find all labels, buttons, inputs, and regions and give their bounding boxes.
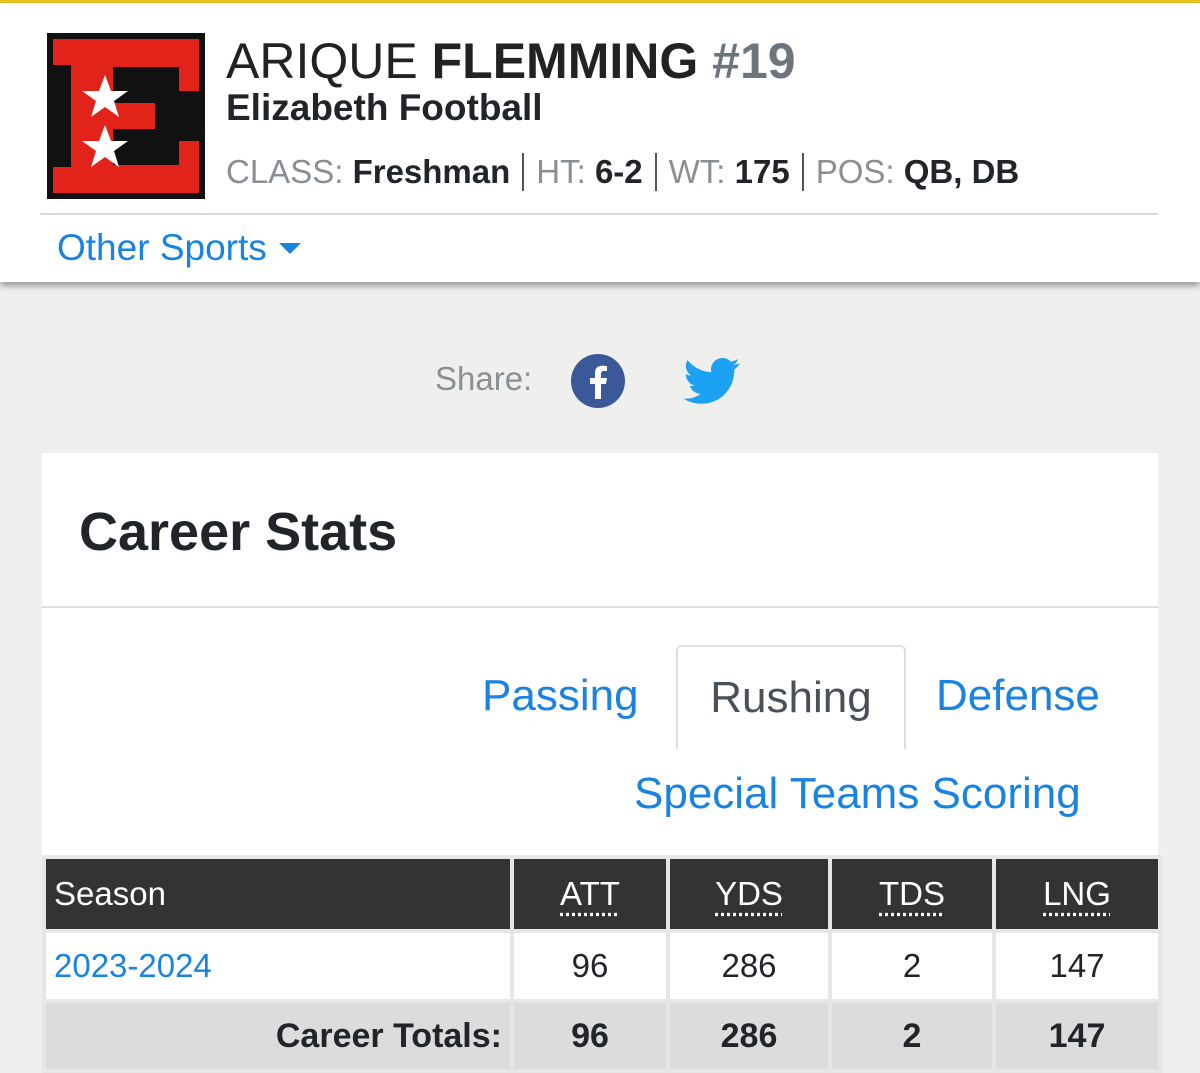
position-label: POS: — [815, 153, 895, 190]
class-value: Freshman — [352, 153, 511, 190]
career-totals-row: Career Totals: 96 286 2 147 — [42, 999, 1162, 1073]
column-header-season[interactable]: Season — [42, 855, 514, 933]
tab-rushing-label: Rushing — [710, 673, 872, 722]
lng-cell: 147 — [992, 929, 1162, 1003]
tds-cell: 2 — [828, 929, 996, 1003]
caret-down-icon — [278, 243, 301, 254]
season-link[interactable]: 2023-2024 — [42, 929, 514, 1003]
card-divider — [42, 606, 1158, 608]
meta-separator — [801, 153, 804, 191]
yds-cell: 286 — [666, 929, 832, 1003]
tds-abbr: TDS — [879, 875, 945, 912]
weight-label: WT: — [668, 153, 726, 190]
elizabeth-logo — [47, 33, 205, 199]
lng-abbr: LNG — [1043, 875, 1111, 912]
column-header-tds[interactable]: TDS — [828, 855, 996, 933]
column-header-att[interactable]: ATT — [510, 855, 670, 933]
total-lng-cell: 147 — [992, 999, 1162, 1073]
class-label: CLASS: — [226, 153, 344, 190]
player-header: ARIQUE FLEMMING #19 Elizabeth Football C… — [0, 3, 1200, 282]
weight-value: 175 — [734, 153, 790, 190]
position-value: QB, DB — [903, 153, 1020, 190]
tab-rushing[interactable]: Rushing — [676, 645, 906, 749]
tab-passing[interactable]: Passing — [482, 671, 639, 721]
column-header-yds[interactable]: YDS — [666, 855, 832, 933]
table-row: 2023-2024 96 286 2 147 — [42, 929, 1162, 1003]
total-att-cell: 96 — [510, 999, 670, 1073]
header-divider — [40, 213, 1158, 215]
tab-special-teams-scoring[interactable]: Special Teams Scoring — [634, 769, 1081, 819]
tab-defense[interactable]: Defense — [936, 671, 1100, 721]
facebook-icon[interactable] — [570, 353, 626, 409]
height-value: 6-2 — [594, 153, 643, 190]
meta-separator — [654, 153, 657, 191]
career-stats-title: Career Stats — [79, 502, 398, 562]
career-totals-label: Career Totals: — [42, 999, 514, 1073]
other-sports-dropdown[interactable]: Other Sports — [57, 227, 301, 269]
table-header-row: Season ATT YDS TDS LNG — [42, 855, 1162, 933]
meta-separator — [522, 153, 525, 191]
share-label: Share: — [435, 360, 533, 397]
att-cell: 96 — [510, 929, 670, 1003]
total-tds-cell: 2 — [828, 999, 996, 1073]
player-last-name: FLEMMING — [431, 33, 699, 89]
other-sports-label: Other Sports — [57, 227, 267, 268]
column-header-lng[interactable]: LNG — [992, 855, 1162, 933]
twitter-icon[interactable] — [684, 357, 742, 407]
height-label: HT: — [536, 153, 586, 190]
total-yds-cell: 286 — [666, 999, 832, 1073]
team-name: Elizabeth Football — [226, 87, 543, 128]
player-first-name: ARIQUE — [226, 33, 418, 89]
att-abbr: ATT — [560, 875, 620, 912]
career-stats-card: Career Stats Passing Rushing Defense Spe… — [42, 453, 1162, 1073]
rushing-stats-table: Season ATT YDS TDS LNG 2023-2024 96 286 … — [42, 855, 1162, 1073]
yds-abbr: YDS — [715, 875, 783, 912]
player-meta: CLASS: Freshman HT: 6-2 WT: 175 POS: QB, DB — [226, 150, 1019, 194]
player-name: ARIQUE FLEMMING #19 — [226, 33, 796, 89]
player-number: #19 — [712, 33, 796, 89]
